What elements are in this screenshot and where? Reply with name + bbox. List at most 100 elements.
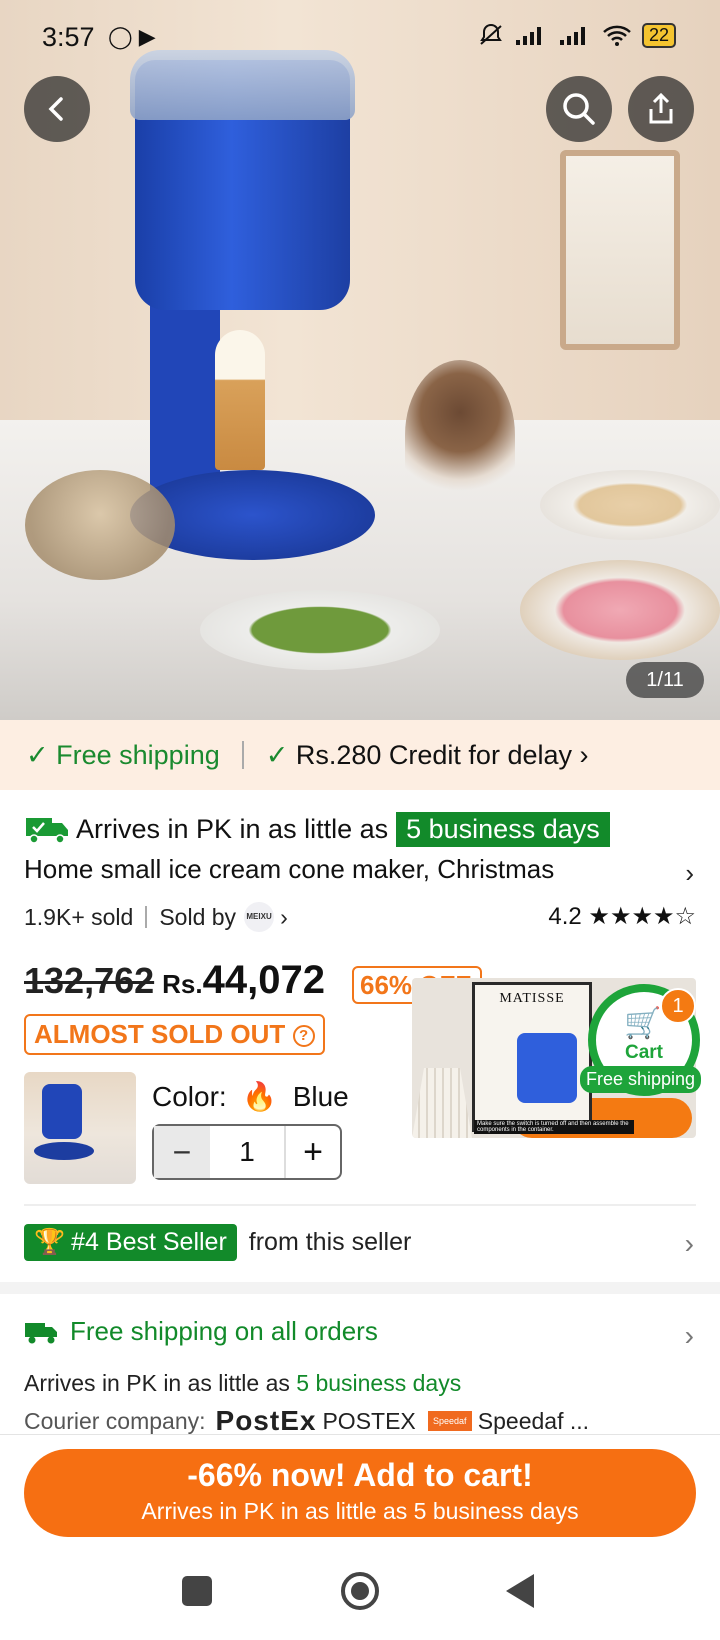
- battery-icon: 22: [641, 22, 676, 48]
- product-image-carousel[interactable]: [0, 0, 720, 720]
- arrival-info-days: 5 business days: [296, 1370, 462, 1396]
- arrival-info-text: Arrives in PK in as little as: [24, 1370, 290, 1396]
- color-value: Blue: [292, 1081, 349, 1112]
- arrival-days-badge: 5 business days: [396, 811, 610, 847]
- cart-label: Cart: [624, 1042, 663, 1063]
- free-shipping-label: Free shipping: [56, 739, 220, 770]
- status-right-icons: 22: [478, 22, 676, 48]
- delay-credit-label: Rs.280 Credit for delay: [295, 739, 572, 770]
- color-selector[interactable]: Color: 🔥 Blue: [152, 1080, 349, 1113]
- back-icon: [48, 97, 63, 121]
- stock-badge-label: ALMOST SOLD OUT: [34, 1019, 286, 1049]
- chevron-right-icon[interactable]: ›: [685, 1320, 694, 1352]
- share-button[interactable]: [628, 76, 694, 142]
- hero-matcha-plate: [200, 590, 440, 670]
- preview-lamp: [412, 1068, 472, 1138]
- courier-postex: POSTEX: [322, 1407, 416, 1434]
- courier-row: Courier company: PostEx POSTEX Speedaf S…: [24, 1406, 696, 1436]
- increase-quantity-button[interactable]: +: [284, 1126, 340, 1178]
- best-seller-row[interactable]: 🏆 #4 Best Seller from this seller: [24, 1224, 411, 1261]
- preview-caption: Make sure the switch is turned off and t…: [474, 1120, 634, 1134]
- quantity-value[interactable]: 1: [210, 1136, 284, 1168]
- flame-icon: 🔥: [234, 1081, 285, 1112]
- original-price: 132,762: [24, 960, 155, 1001]
- variant-thumbnail[interactable]: [24, 1072, 136, 1184]
- back-button[interactable]: [24, 76, 90, 142]
- chevron-right-icon[interactable]: ›: [685, 1228, 694, 1260]
- wifi-icon: [603, 25, 631, 46]
- divider: [24, 1204, 696, 1206]
- hero-dessert-glass: [405, 360, 515, 510]
- cart-icon: 🛒: [624, 1007, 662, 1040]
- rating[interactable]: 4.2 ★★★★☆: [548, 902, 696, 931]
- free-shipping-all-label: Free shipping on all orders: [70, 1316, 378, 1346]
- sold-count: 1.9K+ sold: [24, 903, 134, 930]
- best-seller-suffix: from this seller: [248, 1228, 412, 1256]
- recents-button[interactable]: [182, 1576, 212, 1606]
- best-seller-badge: 🏆 #4 Best Seller: [24, 1224, 237, 1261]
- status-bar: 3:57 ◯ ▶ 22: [0, 0, 720, 76]
- hero-dessert-plate: [540, 470, 720, 540]
- cart-count-badge: 1: [660, 988, 696, 1024]
- checkmark-icon: ✓: [26, 739, 57, 770]
- hero-cutting-board: [560, 150, 680, 350]
- strip-divider: [241, 741, 244, 769]
- courier-speedaf: Speedaf ...: [477, 1407, 590, 1434]
- hero-ice-cream-cone: [215, 330, 265, 470]
- delivery-truck-icon: [25, 1322, 57, 1343]
- hero-strawberry-plate: [520, 560, 720, 660]
- chevron-right-icon[interactable]: ›: [685, 858, 694, 889]
- chevron-right-icon: ›: [572, 739, 589, 770]
- thumbnail-machine: [42, 1084, 82, 1139]
- hero-machine-neck: [150, 300, 220, 500]
- add-to-cart-subtitle: Arrives in PK in as little as 5 business…: [141, 1498, 579, 1524]
- hero-dessert-bowl: [25, 470, 175, 580]
- currency-label: Rs.: [162, 969, 203, 999]
- courier-label: Courier company:: [24, 1407, 206, 1434]
- quantity-stepper[interactable]: − 1 +: [152, 1124, 342, 1180]
- thumbnail-base: [34, 1142, 94, 1160]
- signal-icon: [515, 27, 541, 45]
- section-gap: [0, 1282, 720, 1294]
- meta-divider: [145, 906, 148, 928]
- free-shipping-section-title[interactable]: Free shipping on all orders: [24, 1316, 378, 1347]
- current-price: 44,072: [202, 958, 325, 1002]
- search-icon: [563, 93, 595, 125]
- image-counter: 1/11: [626, 662, 704, 698]
- price-row: 132,762 Rs. 44,072: [24, 958, 325, 1003]
- add-to-cart-label: -66% now! Add to cart!: [187, 1457, 533, 1493]
- shipping-strip[interactable]: ✓ Free shipping ✓ Rs.280 Credit for dela…: [0, 720, 720, 790]
- sold-by-label: Sold by: [159, 903, 237, 930]
- bottom-action-bar: -66% now! Add to cart! Arrives in PK in …: [0, 1434, 720, 1554]
- seller-logo[interactable]: MEIXU: [244, 902, 275, 932]
- sales-meta-row: 1.9K+ sold Sold by MEIXU ›: [24, 902, 288, 932]
- system-nav-bar: [0, 1554, 720, 1640]
- mute-icon: [480, 23, 502, 45]
- signal-icon-2: [559, 27, 585, 45]
- cart-free-shipping-label: Free shipping: [580, 1066, 702, 1093]
- color-label: Color:: [152, 1081, 227, 1112]
- add-to-cart-button[interactable]: -66% now! Add to cart! Arrives in PK in …: [24, 1449, 696, 1537]
- share-icon: [649, 92, 673, 124]
- postex-logo: PostEx: [215, 1406, 317, 1436]
- notification-icons: ◯ ▶: [108, 24, 156, 49]
- system-back-button[interactable]: [506, 1574, 534, 1608]
- stock-badge[interactable]: ALMOST SOLD OUT ?: [24, 1014, 325, 1055]
- star-rating-icon: ★★★★☆: [588, 903, 696, 930]
- chevron-right-icon[interactable]: ›: [280, 904, 288, 931]
- search-button[interactable]: [546, 76, 612, 142]
- preview-machine: [517, 1033, 577, 1103]
- status-time: 3:57: [42, 22, 95, 52]
- delivery-truck-icon: [26, 818, 68, 844]
- rating-value: 4.2: [548, 903, 582, 930]
- speedaf-logo: Speedaf: [427, 1411, 472, 1431]
- arrival-info: Arrives in PK in as little as 5 business…: [24, 1370, 461, 1397]
- arrival-row: Arrives in PK in as little as 5 business…: [24, 808, 610, 850]
- decrease-quantity-button[interactable]: −: [154, 1126, 210, 1178]
- best-seller-label: #4 Best Seller: [71, 1228, 227, 1256]
- help-icon[interactable]: ?: [292, 1025, 315, 1048]
- arrival-text: Arrives in PK in as little as: [76, 813, 389, 844]
- title-fade: [576, 854, 696, 890]
- home-button[interactable]: [341, 1572, 379, 1610]
- trophy-icon: 🏆: [34, 1228, 66, 1256]
